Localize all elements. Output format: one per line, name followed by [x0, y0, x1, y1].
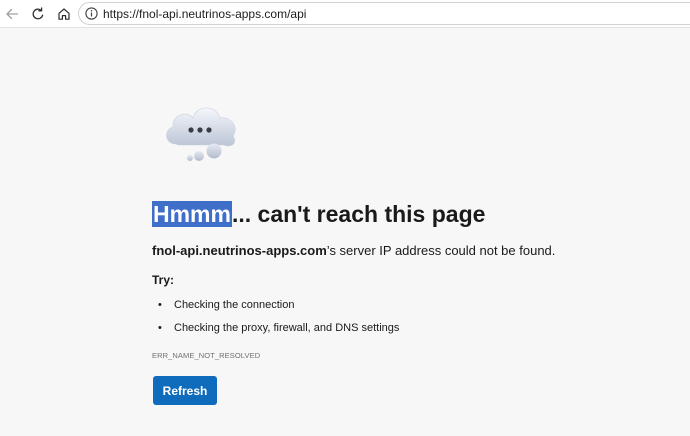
browser-toolbar: https://fnol-api.neutrinos-apps.com/api: [0, 0, 690, 28]
home-button[interactable]: [54, 4, 74, 24]
address-bar[interactable]: https://fnol-api.neutrinos-apps.com/api: [78, 2, 690, 25]
url-text[interactable]: https://fnol-api.neutrinos-apps.com/api: [103, 7, 306, 21]
reload-button[interactable]: [28, 4, 48, 24]
suggestion-list: • Checking the connection • Checking the p…: [152, 298, 399, 344]
try-label: Try:: [152, 273, 175, 287]
reload-icon: [32, 7, 44, 20]
info-icon[interactable]: [85, 7, 98, 20]
bullet: •: [158, 299, 162, 311]
list-item: • Checking the proxy, firewall, and DNS s…: [152, 321, 399, 344]
description-host: fnol-api.neutrinos-apps.com: [152, 243, 327, 258]
tip-text: Checking the connection: [174, 299, 295, 311]
tip-text: Checking the proxy, firewall, and DNS se…: [174, 322, 400, 334]
description-rest: ’s server IP address could not be found.: [326, 243, 556, 258]
list-item: • Checking the connection: [152, 298, 399, 321]
heading-highlight: Hmmm: [152, 201, 232, 227]
page-title: Hmmm... can't reach this page: [152, 199, 485, 229]
error-description: fnol-api.neutrinos-apps.com’s server IP …: [152, 243, 555, 259]
heading-rest: ... can't reach this page: [231, 201, 486, 227]
arrow-left-icon: [6, 8, 19, 20]
error-code: ERR_NAME_NOT_RESOLVED: [152, 351, 261, 360]
refresh-button[interactable]: Refresh: [153, 376, 217, 405]
cloud-icon: [166, 107, 236, 161]
back-button[interactable]: [2, 4, 22, 24]
bullet: •: [158, 322, 162, 334]
home-icon: [58, 8, 70, 20]
